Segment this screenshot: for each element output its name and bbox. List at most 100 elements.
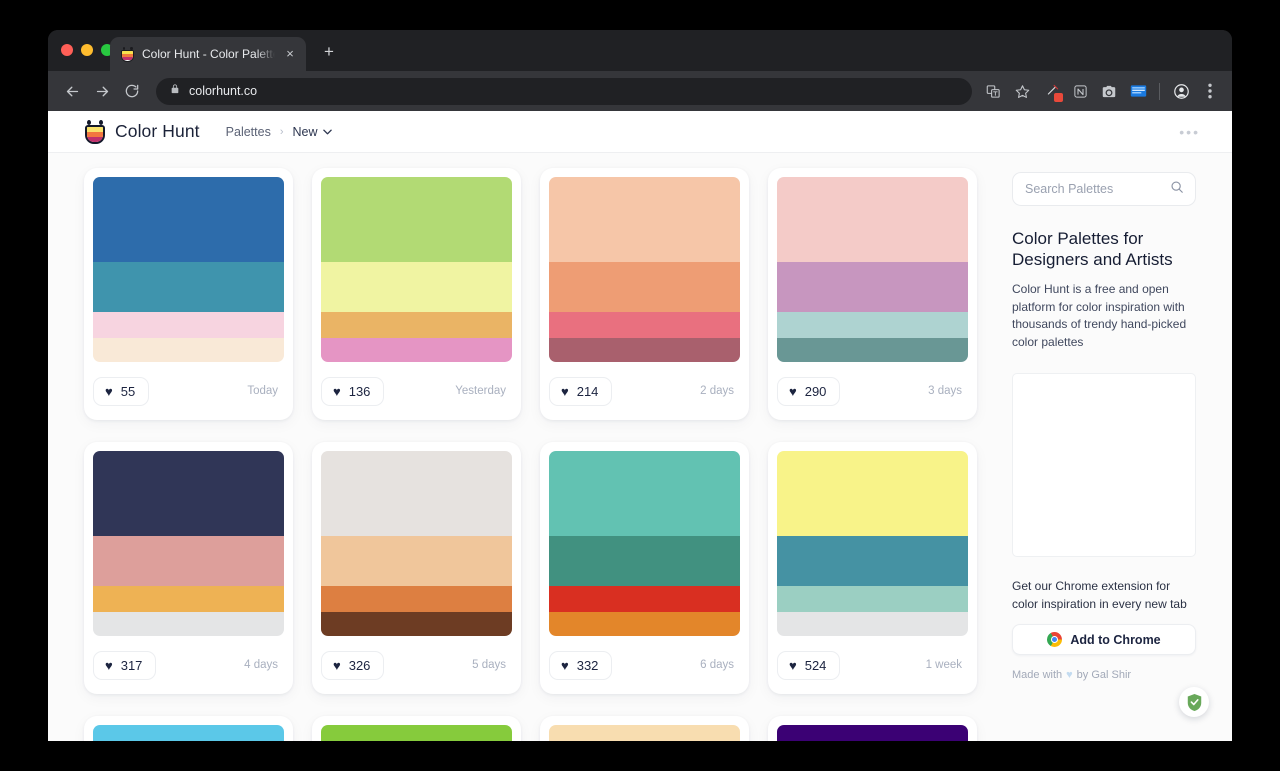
site-brand[interactable]: Color Hunt — [84, 119, 200, 144]
translate-icon[interactable] — [980, 78, 1006, 104]
palette-swatch[interactable] — [321, 262, 512, 313]
palette-swatch-stack[interactable] — [321, 725, 512, 741]
palette-card[interactable]: ♥ — [84, 716, 293, 741]
palette-swatch[interactable] — [777, 177, 968, 263]
palette-swatch-stack[interactable] — [321, 451, 512, 636]
like-button[interactable]: ♥ 290 — [777, 376, 841, 406]
palette-swatch[interactable] — [777, 312, 968, 338]
adguard-shield-badge[interactable] — [1179, 687, 1209, 717]
palette-swatch[interactable] — [777, 337, 968, 362]
palette-swatch-stack[interactable] — [549, 725, 740, 741]
search-input[interactable] — [1025, 182, 1155, 196]
palette-swatch[interactable] — [777, 536, 968, 587]
notion-extension-icon[interactable] — [1067, 78, 1093, 104]
back-icon[interactable] — [58, 77, 86, 105]
chevron-down-icon — [322, 129, 332, 134]
address-bar[interactable]: colorhunt.co — [156, 77, 972, 105]
profile-avatar-icon[interactable] — [1168, 78, 1194, 104]
palette-swatch[interactable] — [321, 337, 512, 362]
search-palettes-box[interactable] — [1012, 172, 1196, 206]
like-button[interactable]: ♥ 332 — [549, 650, 613, 680]
palette-swatch-stack[interactable] — [549, 451, 740, 636]
palette-card[interactable]: ♥ — [312, 716, 521, 741]
palette-swatch[interactable] — [549, 262, 740, 313]
palette-swatch[interactable] — [549, 725, 740, 741]
like-button[interactable]: ♥ 214 — [549, 376, 613, 406]
browser-tab[interactable]: Color Hunt - Color Palettes for × — [110, 37, 306, 71]
palette-swatch-stack[interactable] — [777, 451, 968, 636]
search-icon[interactable] — [1170, 180, 1184, 199]
palette-swatch[interactable] — [321, 586, 512, 612]
palette-date: 6 days — [700, 659, 734, 671]
palette-swatch[interactable] — [777, 725, 968, 741]
palette-swatch[interactable] — [93, 262, 284, 313]
palette-swatch[interactable] — [93, 536, 284, 587]
palette-card[interactable]: ♥ — [768, 716, 977, 741]
heart-icon: ♥ — [105, 657, 113, 673]
palette-swatch-stack[interactable] — [93, 177, 284, 362]
palette-swatch[interactable] — [777, 451, 968, 537]
heart-icon: ♥ — [561, 657, 569, 673]
like-button[interactable]: ♥ 55 — [93, 376, 150, 406]
minimize-window-button[interactable] — [81, 44, 93, 56]
new-tab-button[interactable]: + — [316, 39, 342, 65]
palette-swatch[interactable] — [93, 312, 284, 338]
close-tab-icon[interactable]: × — [282, 46, 298, 62]
palette-swatch[interactable] — [93, 177, 284, 263]
palette-swatch[interactable] — [549, 586, 740, 612]
palette-swatch-stack[interactable] — [549, 177, 740, 362]
palette-swatch[interactable] — [549, 337, 740, 362]
palette-swatch[interactable] — [549, 451, 740, 537]
made-with-author[interactable]: by Gal Shir — [1077, 669, 1131, 681]
palette-swatch-stack[interactable] — [93, 725, 284, 741]
palette-card[interactable]: ♥ 55 Today — [84, 168, 293, 420]
like-button[interactable]: ♥ 524 — [777, 650, 841, 680]
palette-swatch[interactable] — [549, 177, 740, 263]
palette-card[interactable]: ♥ 290 3 days — [768, 168, 977, 420]
palette-card[interactable]: ♥ 524 1 week — [768, 442, 977, 694]
palette-card[interactable]: ♥ 317 4 days — [84, 442, 293, 694]
palette-card[interactable]: ♥ — [540, 716, 749, 741]
palette-swatch-stack[interactable] — [777, 177, 968, 362]
header-overflow-menu-icon[interactable]: ••• — [1179, 124, 1200, 140]
palette-swatch[interactable] — [321, 312, 512, 338]
palette-swatch[interactable] — [93, 451, 284, 537]
palette-swatch[interactable] — [321, 725, 512, 741]
forward-icon[interactable] — [88, 77, 116, 105]
palette-swatch-stack[interactable] — [777, 725, 968, 741]
palette-card[interactable]: ♥ 214 2 days — [540, 168, 749, 420]
eyedropper-extension-icon[interactable] — [1038, 78, 1064, 104]
bluesky-extension-icon[interactable] — [1125, 78, 1151, 104]
palette-swatch[interactable] — [93, 611, 284, 636]
browser-tab-title: Color Hunt - Color Palettes for — [142, 47, 275, 61]
palette-card[interactable]: ♥ 326 5 days — [312, 442, 521, 694]
like-button[interactable]: ♥ 317 — [93, 650, 157, 680]
palette-swatch[interactable] — [777, 262, 968, 313]
palette-swatch[interactable] — [321, 177, 512, 263]
palette-swatch[interactable] — [321, 536, 512, 587]
like-button[interactable]: ♥ 326 — [321, 650, 385, 680]
palette-swatch[interactable] — [321, 451, 512, 537]
screenshot-extension-icon[interactable] — [1096, 78, 1122, 104]
chrome-menu-icon[interactable] — [1197, 78, 1223, 104]
palette-swatch[interactable] — [549, 536, 740, 587]
palette-card[interactable]: ♥ 136 Yesterday — [312, 168, 521, 420]
palette-card[interactable]: ♥ 332 6 days — [540, 442, 749, 694]
palette-swatch-stack[interactable] — [321, 177, 512, 362]
palette-swatch[interactable] — [549, 312, 740, 338]
reload-icon[interactable] — [118, 77, 146, 105]
palette-swatch[interactable] — [93, 586, 284, 612]
bookmark-star-icon[interactable] — [1009, 78, 1035, 104]
palette-swatch[interactable] — [549, 611, 740, 636]
breadcrumb-item-new[interactable]: New — [293, 125, 332, 139]
breadcrumb-item-palettes[interactable]: Palettes — [226, 125, 271, 139]
palette-swatch-stack[interactable] — [93, 451, 284, 636]
palette-swatch[interactable] — [93, 337, 284, 362]
like-button[interactable]: ♥ 136 — [321, 376, 385, 406]
palette-swatch[interactable] — [321, 611, 512, 636]
close-window-button[interactable] — [61, 44, 73, 56]
add-to-chrome-button[interactable]: Add to Chrome — [1012, 624, 1196, 655]
palette-swatch[interactable] — [777, 586, 968, 612]
palette-swatch[interactable] — [93, 725, 284, 741]
palette-swatch[interactable] — [777, 611, 968, 636]
